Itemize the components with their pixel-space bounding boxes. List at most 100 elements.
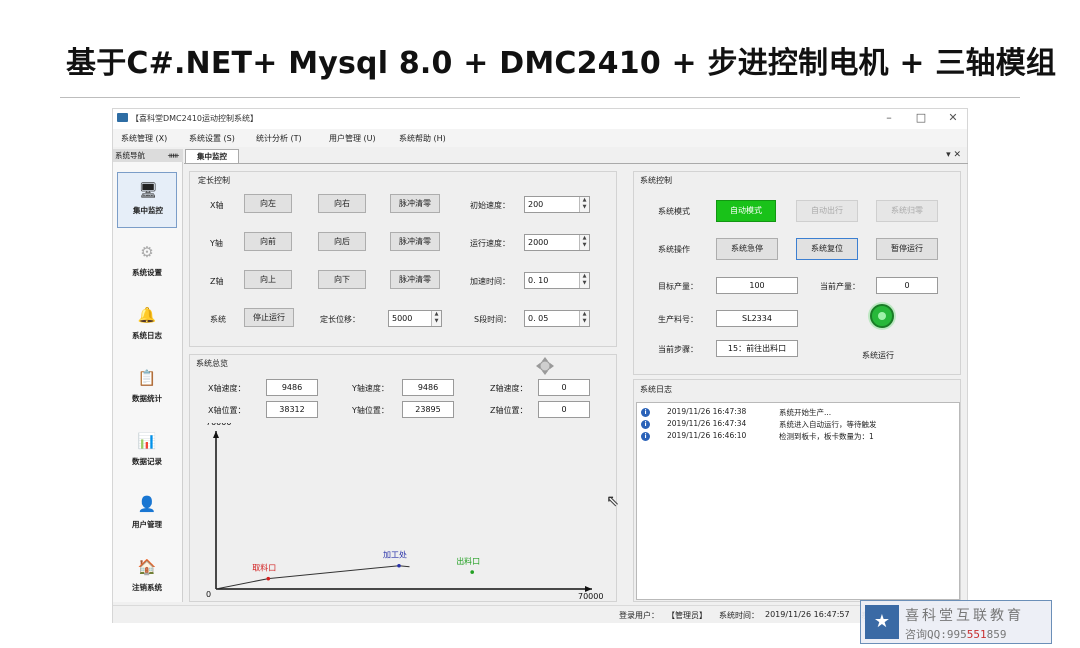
- sidebar-item-label: 集中监控: [133, 206, 163, 215]
- sidebar-item-monitor[interactable]: 🖥 集中监控: [117, 172, 177, 228]
- sidebar-item-label: 注销系统: [132, 583, 162, 592]
- x-pulse-clear-button[interactable]: 脉冲清零: [390, 194, 440, 213]
- sidebar-item-stats[interactable]: 📋 数据统计: [117, 361, 177, 417]
- tab-monitor[interactable]: 集中监控: [185, 149, 239, 163]
- offset-input[interactable]: 5000 ▲ ▼: [388, 310, 442, 327]
- auto-run-button[interactable]: 自动出行: [796, 200, 858, 222]
- system-time-label: 系统时间：: [719, 611, 759, 620]
- y-pos-value: 23895: [402, 401, 454, 418]
- nav-header-label: 系统导航: [115, 151, 145, 160]
- pause-run-button[interactable]: 暂停运行: [876, 238, 938, 260]
- spinner-arrows-icon[interactable]: ▲ ▼: [431, 311, 441, 326]
- spinner-arrows-icon[interactable]: ▲ ▼: [579, 235, 589, 250]
- pin-icon[interactable]: ᚔ: [168, 149, 179, 162]
- group-title: 定长控制: [198, 176, 230, 185]
- y-speed-value: 9486: [402, 379, 454, 396]
- x-left-button[interactable]: 向左: [244, 194, 292, 213]
- info-icon: i: [641, 408, 650, 417]
- bar-chart-icon: 📊: [137, 432, 157, 450]
- sidebar-item-log[interactable]: 🔔 系统日志: [117, 298, 177, 354]
- emergency-stop-button[interactable]: 系统急停: [716, 238, 778, 260]
- log-time: 2019/11/26 16:47:38: [667, 407, 747, 416]
- point-label: 出料口: [456, 556, 480, 566]
- log-message: 系统开始生产...: [779, 408, 832, 417]
- sidebar-item-label: 系统日志: [132, 331, 162, 340]
- y-back-button[interactable]: 向后: [318, 232, 366, 251]
- nav-header: 系统导航 ᚔ: [113, 149, 183, 162]
- monitor-icon: 🖥: [138, 181, 158, 199]
- menu-user-manage[interactable]: 用户管理 (U): [329, 133, 376, 144]
- group-title: 系统总览: [196, 359, 228, 368]
- contact-suffix: 859: [986, 628, 1007, 641]
- offset-value: 5000: [392, 314, 413, 323]
- menu-system-settings[interactable]: 系统设置 (S): [189, 133, 235, 144]
- sidebar-item-settings[interactable]: ⚙ 系统设置: [117, 235, 177, 291]
- login-user-label: 登录用户：: [619, 611, 659, 620]
- close-button[interactable]: ✕: [943, 111, 963, 125]
- point-label: 加工处: [383, 550, 407, 560]
- origin-label: 0: [206, 590, 211, 599]
- axis-label-y: Y轴: [210, 239, 223, 248]
- minimize-button[interactable]: –: [879, 111, 899, 125]
- sidebar-item-users[interactable]: 👤 用户管理: [117, 487, 177, 543]
- info-icon: i: [641, 432, 650, 441]
- x-pos-label: X轴位置：: [208, 406, 246, 415]
- watermark-contact: 咨询QQ:995551859: [905, 626, 1007, 642]
- tab-controls[interactable]: ▾ ✕: [946, 150, 961, 160]
- sidebar: 🖥 集中监控 ⚙ 系统设置 🔔 系统日志 📋 数据统计 📊 数据记录 👤 用户管…: [113, 162, 183, 602]
- s-time-value: 0. 05: [528, 314, 549, 323]
- menu-bar: 系统管理 (X) 系统设置 (S) 统计分析 (T) 用户管理 (U) 系统帮助…: [113, 129, 967, 147]
- user-icon: 👤: [137, 495, 157, 513]
- run-speed-input[interactable]: 2000 ▲ ▼: [524, 234, 590, 251]
- initial-speed-label: 初始速度：: [470, 201, 510, 210]
- home-icon: 🏠: [137, 558, 157, 576]
- overview-group: 系统总览 X轴速度： 9486 Y轴速度： 9486 Z轴速度： 0 X轴位置：…: [189, 354, 617, 602]
- sidebar-item-logout[interactable]: 🏠 注销系统: [117, 550, 177, 606]
- auto-mode-button[interactable]: 自动模式: [716, 200, 776, 222]
- spinner-arrows-icon[interactable]: ▲ ▼: [579, 273, 589, 288]
- system-reset-button[interactable]: 系统复位: [796, 238, 858, 260]
- watermark: ★ 喜科堂互联教育 咨询QQ:995551859: [860, 600, 1052, 644]
- info-icon: i: [641, 420, 650, 429]
- y-pulse-clear-button[interactable]: 脉冲清零: [390, 232, 440, 251]
- z-speed-value: 0: [538, 379, 590, 396]
- initial-speed-input[interactable]: 200 ▲ ▼: [524, 196, 590, 213]
- z-up-button[interactable]: 向上: [244, 270, 292, 289]
- z-pulse-clear-button[interactable]: 脉冲清零: [390, 270, 440, 289]
- z-down-button[interactable]: 向下: [318, 270, 366, 289]
- system-home-button[interactable]: 系统归零: [876, 200, 938, 222]
- x-right-button[interactable]: 向右: [318, 194, 366, 213]
- log-time: 2019/11/26 16:47:34: [667, 419, 747, 428]
- sidebar-item-records[interactable]: 📊 数据记录: [117, 424, 177, 480]
- track-line: [215, 565, 410, 590]
- sidebar-item-label: 系统设置: [132, 268, 162, 277]
- y-pos-label: Y轴位置：: [352, 406, 389, 415]
- s-time-label: S段时间：: [474, 315, 512, 324]
- sidebar-item-label: 数据记录: [132, 457, 162, 466]
- maximize-button[interactable]: □: [911, 111, 931, 125]
- login-user-value: 【管理员】: [667, 611, 707, 620]
- app-icon: [117, 113, 128, 122]
- stop-run-button[interactable]: 停止运行: [244, 308, 294, 327]
- run-status-label: 系统运行: [862, 351, 894, 360]
- y-forward-button[interactable]: 向前: [244, 232, 292, 251]
- run-status-indicator: [870, 304, 894, 328]
- menu-help[interactable]: 系统帮助 (H): [399, 133, 446, 144]
- accel-time-input[interactable]: 0. 10 ▲ ▼: [524, 272, 590, 289]
- log-list[interactable]: i 2019/11/26 16:47:38 系统开始生产... i 2019/1…: [636, 402, 960, 600]
- x-speed-value: 9486: [266, 379, 318, 396]
- menu-system-manage[interactable]: 系统管理 (X): [121, 133, 167, 144]
- move-cross-icon[interactable]: [536, 357, 554, 375]
- point-加工处: [397, 563, 401, 568]
- step-value: 15：前往出料口: [716, 340, 798, 357]
- y-axis-arrow: [213, 431, 219, 438]
- z-speed-label: Z轴速度：: [490, 384, 528, 393]
- spinner-arrows-icon[interactable]: ▲ ▼: [579, 197, 589, 212]
- fixed-length-group: 定长控制 X轴 向左 向右 脉冲清零 初始速度： 200 ▲ ▼ Y轴 向前 向后…: [189, 171, 617, 347]
- spinner-arrows-icon[interactable]: ▲ ▼: [579, 311, 589, 326]
- menu-statistics[interactable]: 统计分析 (T): [256, 133, 302, 144]
- contact-prefix: 咨询QQ:995: [905, 628, 967, 641]
- x-pos-value: 38312: [266, 401, 318, 418]
- title-bar: 【喜科堂DMC2410运动控制系统】 – □ ✕: [113, 109, 967, 129]
- s-time-input[interactable]: 0. 05 ▲ ▼: [524, 310, 590, 327]
